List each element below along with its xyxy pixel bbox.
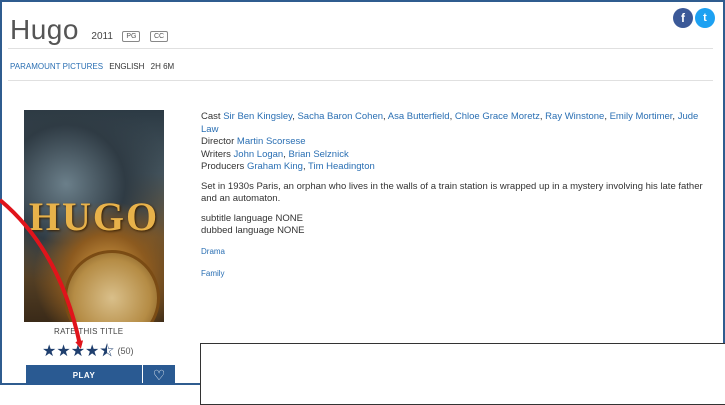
cast-link[interactable]: Sir Ben Kingsley [223, 111, 292, 122]
movie-poster[interactable]: HUGO [24, 110, 164, 322]
title-row: Hugo 2011 PG CC [10, 14, 169, 48]
meta-row: PARAMOUNT PICTURES ENGLISH 2H 6M [10, 62, 178, 71]
cast-label: Cast [201, 111, 221, 122]
cast-link[interactable]: Ray Winstone [545, 111, 604, 122]
rating-count: (50) [117, 346, 134, 356]
movie-details: Cast Sir Ben Kingsley, Sacha Baron Cohen… [201, 111, 716, 281]
divider [8, 48, 713, 49]
writers-line: Writers John Logan, Brian Selznick [201, 148, 349, 160]
cast-link[interactable]: Sacha Baron Cohen [297, 111, 383, 122]
star-icon[interactable]: ★ [71, 343, 85, 360]
cast-link[interactable]: Asa Butterfield [388, 111, 450, 122]
star-rating[interactable]: ★★★★⯪ (50) [42, 340, 134, 367]
play-button[interactable]: PLAY [26, 365, 142, 385]
director-link[interactable]: Martin Scorsese [237, 136, 306, 147]
writer-link[interactable]: Brian Selznick [289, 149, 349, 160]
cast-link[interactable]: Emily Mortimer [610, 111, 673, 122]
cc-badge: CC [149, 31, 169, 42]
favorite-heart-icon[interactable]: ♡ [143, 365, 175, 385]
writers-label: Writers [201, 148, 231, 160]
writer-link[interactable]: John Logan [234, 149, 284, 160]
studio-link[interactable]: PARAMOUNT PICTURES [10, 62, 103, 71]
director-label: Director [201, 136, 235, 147]
page-title: Hugo [10, 14, 79, 45]
rating-badge: PG [122, 31, 141, 42]
synopsis: Set in 1930s Paris, an orphan who lives … [201, 180, 703, 205]
genre-link[interactable]: Drama [201, 246, 716, 259]
language-text: ENGLISH [109, 62, 145, 71]
star-icon[interactable]: ★ [85, 343, 99, 360]
divider [8, 80, 713, 81]
half-star-icon[interactable]: ⯪ [99, 343, 114, 360]
poster-clock-art [64, 250, 160, 322]
cast-link[interactable]: Chloe Grace Moretz [455, 111, 540, 122]
twitter-icon[interactable]: t [695, 8, 715, 28]
producer-link[interactable]: Graham King [247, 161, 303, 172]
star-icon[interactable]: ★ [56, 343, 70, 360]
rate-this-title-label: RATE THIS TITLE [54, 327, 124, 336]
director-line: Director Martin Scorsese [201, 136, 716, 149]
producers-line: Producers Graham King, Tim Headington [201, 161, 375, 172]
release-year: 2011 [91, 31, 113, 42]
genre-link[interactable]: Family [201, 268, 716, 281]
dubbed-language: dubbed language NONE [201, 225, 305, 236]
poster-title: HUGO [28, 194, 160, 239]
star-icon[interactable]: ★ [42, 343, 56, 360]
annotation-callout-box [200, 343, 725, 405]
producer-link[interactable]: Tim Headington [308, 161, 375, 172]
subtitle-language: subtitle language NONE [201, 212, 303, 224]
social-share: f t [673, 8, 715, 28]
producers-label: Producers [201, 161, 245, 172]
duration-text: 2H 6M [150, 62, 175, 71]
cast-line: Cast Sir Ben Kingsley, Sacha Baron Cohen… [201, 111, 699, 135]
facebook-icon[interactable]: f [673, 8, 693, 28]
